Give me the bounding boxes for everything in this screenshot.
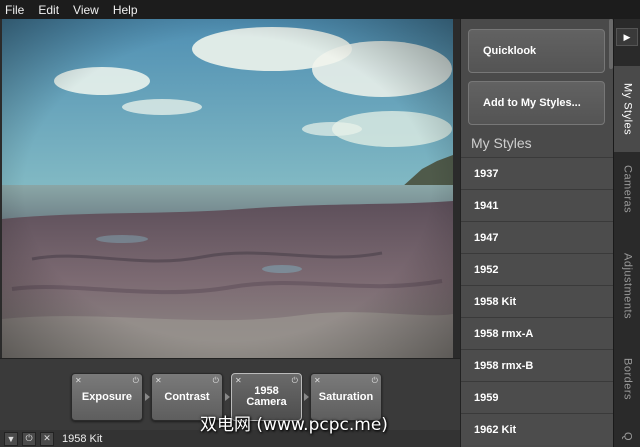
section-heading: My Styles [471, 135, 532, 151]
tab-cameras[interactable]: Cameras [614, 159, 640, 219]
list-item[interactable]: 1947 [461, 221, 614, 253]
filter-label: Exposure [81, 390, 133, 403]
menu-edit[interactable]: Edit [33, 3, 68, 17]
tab-label: Borders [621, 357, 634, 401]
current-style-name: 1958 Kit [62, 432, 103, 445]
triangle-down-icon[interactable]: ▼ [4, 431, 18, 446]
tab-my-styles[interactable]: My Styles [614, 66, 640, 152]
power-icon[interactable]: ⏻ [372, 375, 378, 386]
close-icon[interactable]: ✕ [314, 375, 321, 386]
tab-q[interactable]: Q [614, 427, 640, 447]
list-item[interactable]: 1958 rmx-B [461, 349, 614, 381]
style-list: 1937 1941 1947 1952 1958 Kit 1958 rmx-A … [461, 157, 614, 445]
list-item[interactable]: 1962 Kit [461, 413, 614, 445]
list-item[interactable]: 1941 [461, 189, 614, 221]
close-icon[interactable]: ✕ [155, 375, 162, 386]
styles-panel: Quicklook Add to My Styles... My Styles … [460, 19, 614, 447]
power-icon[interactable]: ⏻ [22, 431, 36, 446]
menu-bar: File Edit View Help [0, 0, 640, 19]
tab-borders[interactable]: Borders [614, 349, 640, 409]
power-icon[interactable]: ⏻ [133, 375, 139, 386]
tab-label: Adjustments [621, 253, 634, 320]
power-icon[interactable]: ⏻ [292, 375, 298, 386]
chevron-right-icon [145, 393, 150, 401]
watermark-text: 双电网 (www.pcpc.me) [200, 415, 388, 435]
triangle-right-icon[interactable]: ▶ [616, 28, 638, 46]
menu-help[interactable]: Help [108, 3, 147, 17]
tab-label: Q [621, 432, 634, 442]
tab-label: My Styles [621, 82, 634, 136]
close-icon[interactable]: ✕ [40, 431, 54, 446]
list-item[interactable]: 1952 [461, 253, 614, 285]
filter-label: Saturation [318, 390, 374, 403]
chevron-right-icon [225, 393, 230, 401]
chevron-right-icon [304, 393, 309, 401]
vertical-tabs: ▶ My Styles Cameras Adjustments Borders … [613, 19, 640, 447]
beach-photo [2, 19, 453, 358]
filter-exposure[interactable]: ✕ ⏻ Exposure [71, 373, 143, 421]
close-icon[interactable]: ✕ [75, 375, 82, 386]
list-item[interactable]: 1937 [461, 157, 614, 189]
list-item[interactable]: 1958 Kit [461, 285, 614, 317]
filter-label: Contrast [164, 390, 210, 403]
menu-view[interactable]: View [68, 3, 108, 17]
menu-file[interactable]: File [0, 3, 33, 17]
photo-preview[interactable] [2, 19, 453, 358]
list-item[interactable]: 1959 [461, 381, 614, 413]
close-icon[interactable]: ✕ [235, 375, 242, 386]
filter-label: 1958 Camera [246, 385, 287, 408]
tab-label: Cameras [621, 164, 634, 214]
add-to-my-styles-button[interactable]: Add to My Styles... [468, 81, 605, 125]
power-icon[interactable]: ⏻ [213, 375, 219, 386]
quicklook-button[interactable]: Quicklook [468, 29, 605, 73]
list-item[interactable]: 1958 rmx-A [461, 317, 614, 349]
tab-adjustments[interactable]: Adjustments [614, 244, 640, 329]
